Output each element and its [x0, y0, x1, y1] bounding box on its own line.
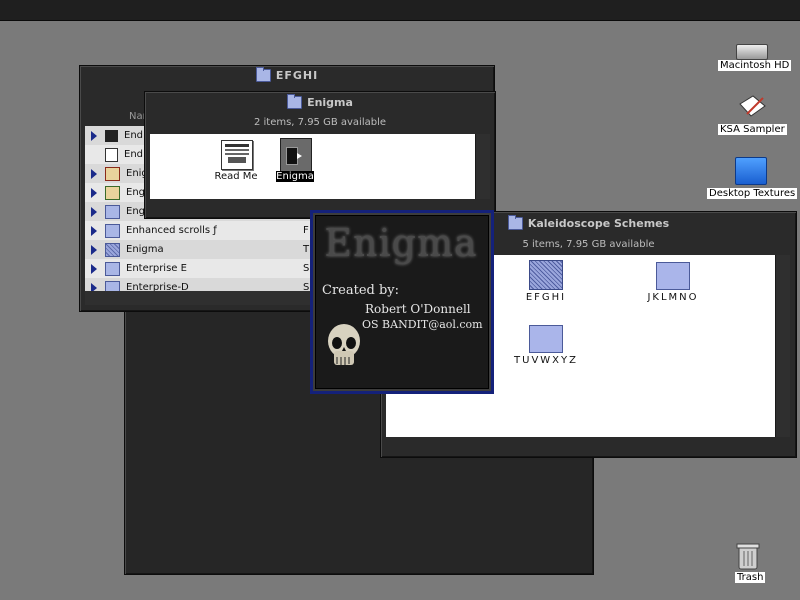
ksa-sampler-label[interactable]: KSA Sampler: [718, 124, 787, 135]
desktop-textures-folder-icon[interactable]: [735, 157, 767, 185]
enigma-content: Read Me Enigma: [150, 134, 475, 199]
folder-icon: [507, 214, 523, 230]
kaleidoscope-title: Kaleidoscope Schemes: [527, 216, 670, 230]
disclosure-triangle-icon[interactable]: [91, 130, 97, 141]
created-by-label: Created by:: [322, 283, 400, 298]
author-email: OS BANDIT@aol.com: [362, 318, 483, 331]
jklmno-folder-label[interactable]: JKLMNO: [638, 292, 708, 303]
author-name: Robert O'Donnell: [365, 302, 471, 316]
enigma-logo: Enigma: [324, 221, 478, 265]
readme-label[interactable]: Read Me: [210, 171, 262, 182]
disclosure-triangle-icon[interactable]: [91, 187, 97, 198]
vertical-scrollbar[interactable]: [475, 134, 490, 199]
vertical-scrollbar[interactable]: [775, 255, 790, 437]
desktop-textures-label[interactable]: Desktop Textures: [707, 188, 798, 199]
menu-bar: [0, 0, 800, 21]
document-icon: [105, 147, 118, 162]
enigma-item-label[interactable]: Enigma: [276, 171, 314, 182]
ksa-sampler-icon[interactable]: [737, 92, 767, 120]
macintosh-hd-label[interactable]: Macintosh HD: [718, 60, 792, 71]
folder-icon: [105, 261, 120, 276]
efghi-folder-icon[interactable]: [529, 260, 563, 290]
enigma-info: 2 items, 7.95 GB available: [253, 116, 387, 128]
disclosure-triangle-icon[interactable]: [91, 206, 97, 217]
app-icon: [105, 185, 120, 200]
app-icon: [105, 166, 120, 181]
enigma-app-icon[interactable]: [280, 138, 312, 172]
enigma-titlebar[interactable]: Enigma: [145, 93, 495, 111]
kaleidoscope-info: 5 items, 7.95 GB available: [522, 238, 655, 250]
jklmno-folder-icon[interactable]: [656, 262, 690, 290]
tuvwxyz-folder-icon[interactable]: [529, 325, 563, 353]
efghi-folder-label[interactable]: EFGHI: [511, 292, 581, 303]
disclosure-triangle-icon[interactable]: [91, 225, 97, 236]
folder-icon: [105, 242, 120, 257]
folder-icon: [287, 93, 303, 109]
skull-icon: [326, 323, 362, 371]
enigma-info-bar: 2 items, 7.95 GB available: [149, 114, 491, 130]
app-icon: [105, 129, 118, 142]
hard-drive-icon[interactable]: [736, 44, 768, 60]
efghi-titlebar[interactable]: EFGHI: [80, 66, 494, 84]
readme-document-icon[interactable]: [221, 140, 253, 170]
enigma-title: Enigma: [307, 95, 353, 109]
disclosure-triangle-icon[interactable]: [91, 168, 97, 179]
trash-label[interactable]: Trash: [735, 572, 766, 583]
trash-icon[interactable]: [736, 541, 762, 571]
folder-icon: [105, 204, 120, 219]
cursor-icon: [297, 153, 302, 159]
disclosure-triangle-icon[interactable]: [91, 244, 97, 255]
about-panel[interactable]: Enigma Created by: Robert O'Donnell OS B…: [310, 210, 494, 394]
enigma-window[interactable]: Enigma 2 items, 7.95 GB available Read M…: [144, 91, 496, 219]
folder-icon: [255, 66, 271, 82]
folder-icon: [105, 223, 120, 238]
tuvwxyz-folder-label[interactable]: TUVWXYZ: [506, 355, 586, 366]
disclosure-triangle-icon[interactable]: [91, 263, 97, 274]
efghi-title: EFGHI: [275, 68, 319, 82]
